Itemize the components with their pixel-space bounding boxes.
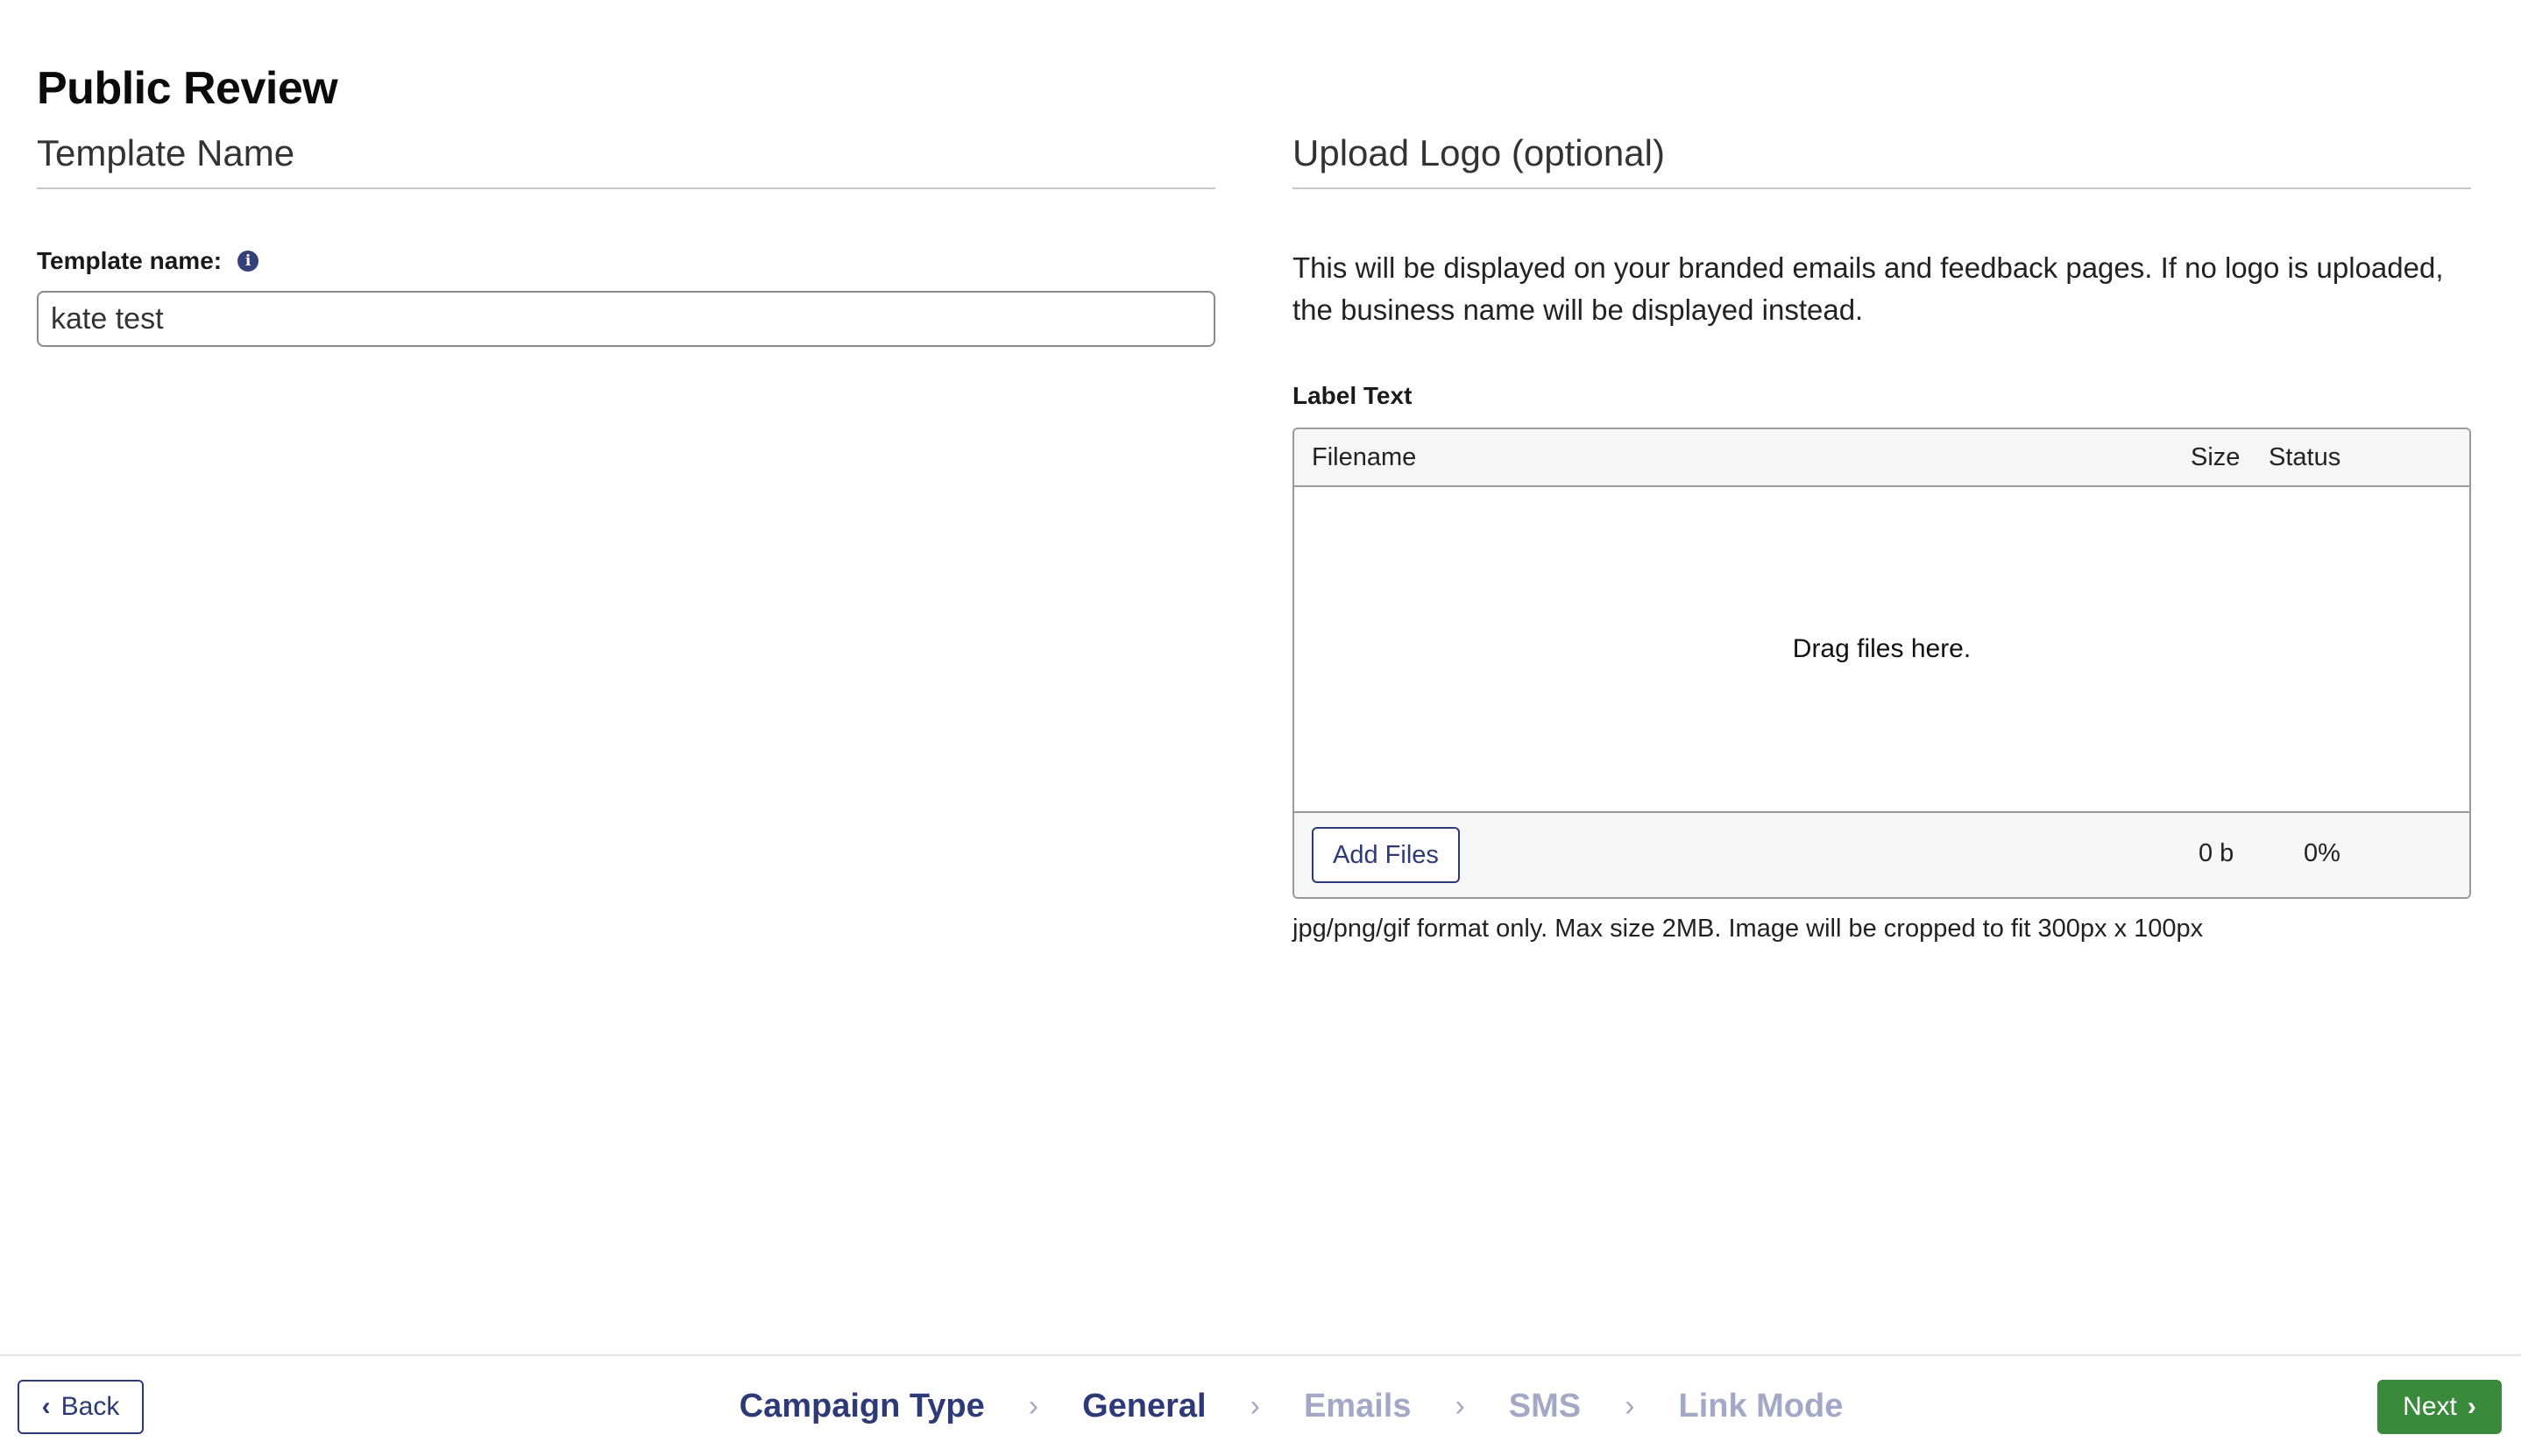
- template-name-label-row: Template name: i: [37, 247, 1215, 275]
- upload-logo-section: Upload Logo (optional) This will be disp…: [1292, 131, 2471, 944]
- template-name-heading: Template Name: [37, 131, 1215, 189]
- upload-hint: jpg/png/gif format only. Max size 2MB. I…: [1292, 915, 2204, 943]
- next-button[interactable]: Next ›: [2377, 1380, 2502, 1434]
- wizard-steps: Campaign Type › General › Emails › SMS ›…: [0, 1356, 2521, 1456]
- chevron-right-icon: ›: [1455, 1389, 1465, 1423]
- chevron-right-icon: ›: [1250, 1389, 1260, 1423]
- info-icon[interactable]: i: [237, 251, 259, 272]
- total-size: 0 b: [2199, 839, 2234, 867]
- label-text: Label Text: [1292, 382, 1413, 409]
- upload-progress: 0%: [2304, 839, 2340, 867]
- step-general[interactable]: General: [1082, 1388, 1207, 1425]
- size-column-header: Size: [2191, 443, 2241, 471]
- upload-logo-description: This will be displayed on your branded e…: [1292, 251, 2444, 326]
- step-sms[interactable]: SMS: [1509, 1388, 1581, 1425]
- file-drop-zone[interactable]: Drag files here.: [1294, 487, 2469, 811]
- uploader-footer: Add Files 0 b 0%: [1294, 811, 2469, 897]
- step-emails[interactable]: Emails: [1304, 1388, 1412, 1425]
- chevron-right-icon: ›: [2467, 1392, 2476, 1421]
- template-name-label: Template name:: [37, 247, 223, 274]
- upload-logo-heading: Upload Logo (optional): [1292, 131, 2471, 189]
- step-campaign-type[interactable]: Campaign Type: [740, 1388, 985, 1425]
- next-button-label: Next: [2403, 1392, 2457, 1421]
- chevron-right-icon: ›: [1625, 1389, 1635, 1423]
- filename-column-header: Filename: [1312, 443, 1417, 471]
- page-title: Public Review: [37, 62, 338, 114]
- wizard-footer: ‹ Back Campaign Type › General › Emails …: [0, 1354, 2521, 1456]
- drop-zone-text: Drag files here.: [1792, 634, 1972, 663]
- chevron-right-icon: ›: [1028, 1389, 1039, 1423]
- template-name-section: Template Name Template name: i: [37, 131, 1215, 347]
- add-files-button[interactable]: Add Files: [1312, 827, 1460, 883]
- file-uploader: Filename Size Status Drag files here. Ad…: [1292, 428, 2471, 899]
- uploader-header: Filename Size Status: [1294, 429, 2469, 487]
- step-link-mode[interactable]: Link Mode: [1678, 1388, 1843, 1425]
- status-column-header: Status: [2269, 443, 2341, 471]
- template-name-input[interactable]: [37, 291, 1215, 347]
